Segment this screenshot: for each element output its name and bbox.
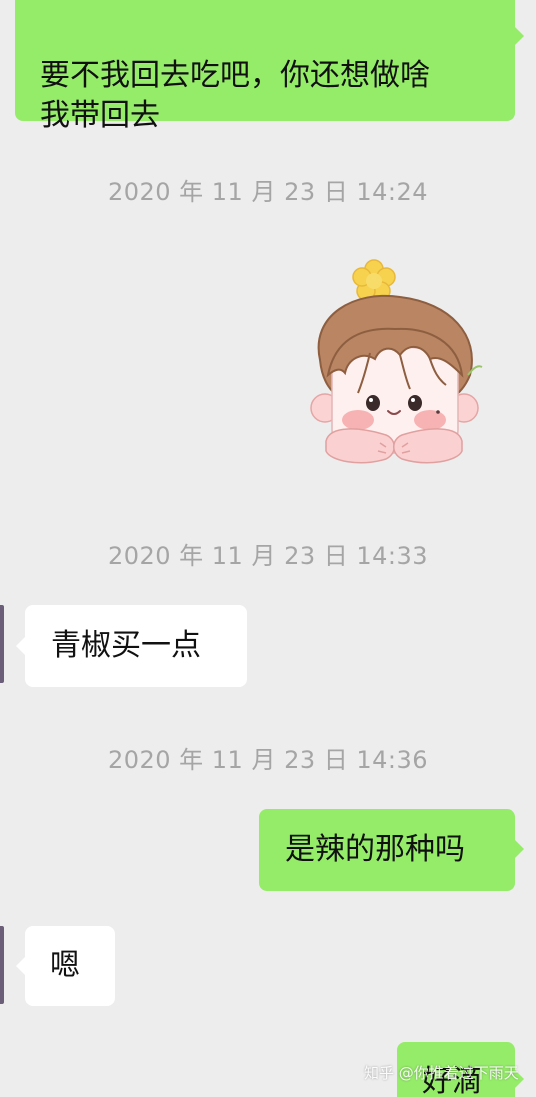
- avatar[interactable]: [0, 605, 4, 683]
- message-timestamp: 2020 年 11 月 23 日 14:24: [107, 178, 429, 206]
- message-timestamp: 2020 年 11 月 23 日 14:33: [107, 542, 429, 570]
- message-text: 青椒买一点: [51, 628, 201, 663]
- message-text: 是辣的那种吗: [285, 832, 465, 867]
- bubble-tail: [16, 637, 25, 655]
- message-text: 嗯: [50, 948, 80, 983]
- chibi-boy-sticker-icon[interactable]: [300, 255, 485, 470]
- outgoing-message-bubble[interactable]: 要不我回去吃吧，你还想做啥 我带回去: [15, 0, 515, 133]
- incoming-message-bubble[interactable]: 青椒买一点: [25, 605, 247, 687]
- bubble-tail: [16, 957, 25, 975]
- outgoing-message-bubble[interactable]: 是辣的那种吗: [259, 809, 515, 891]
- bubble-tail: [515, 840, 524, 858]
- watermark: 知乎 @你推着过下雨天: [364, 1064, 519, 1082]
- message-timestamp: 2020 年 11 月 23 日 14:36: [107, 746, 429, 774]
- message-text: 要不我回去吃吧，你还想做啥 我带回去: [40, 58, 430, 133]
- bubble-tail: [515, 27, 524, 45]
- avatar[interactable]: [0, 926, 4, 1004]
- incoming-message-bubble[interactable]: 嗯: [25, 926, 115, 1006]
